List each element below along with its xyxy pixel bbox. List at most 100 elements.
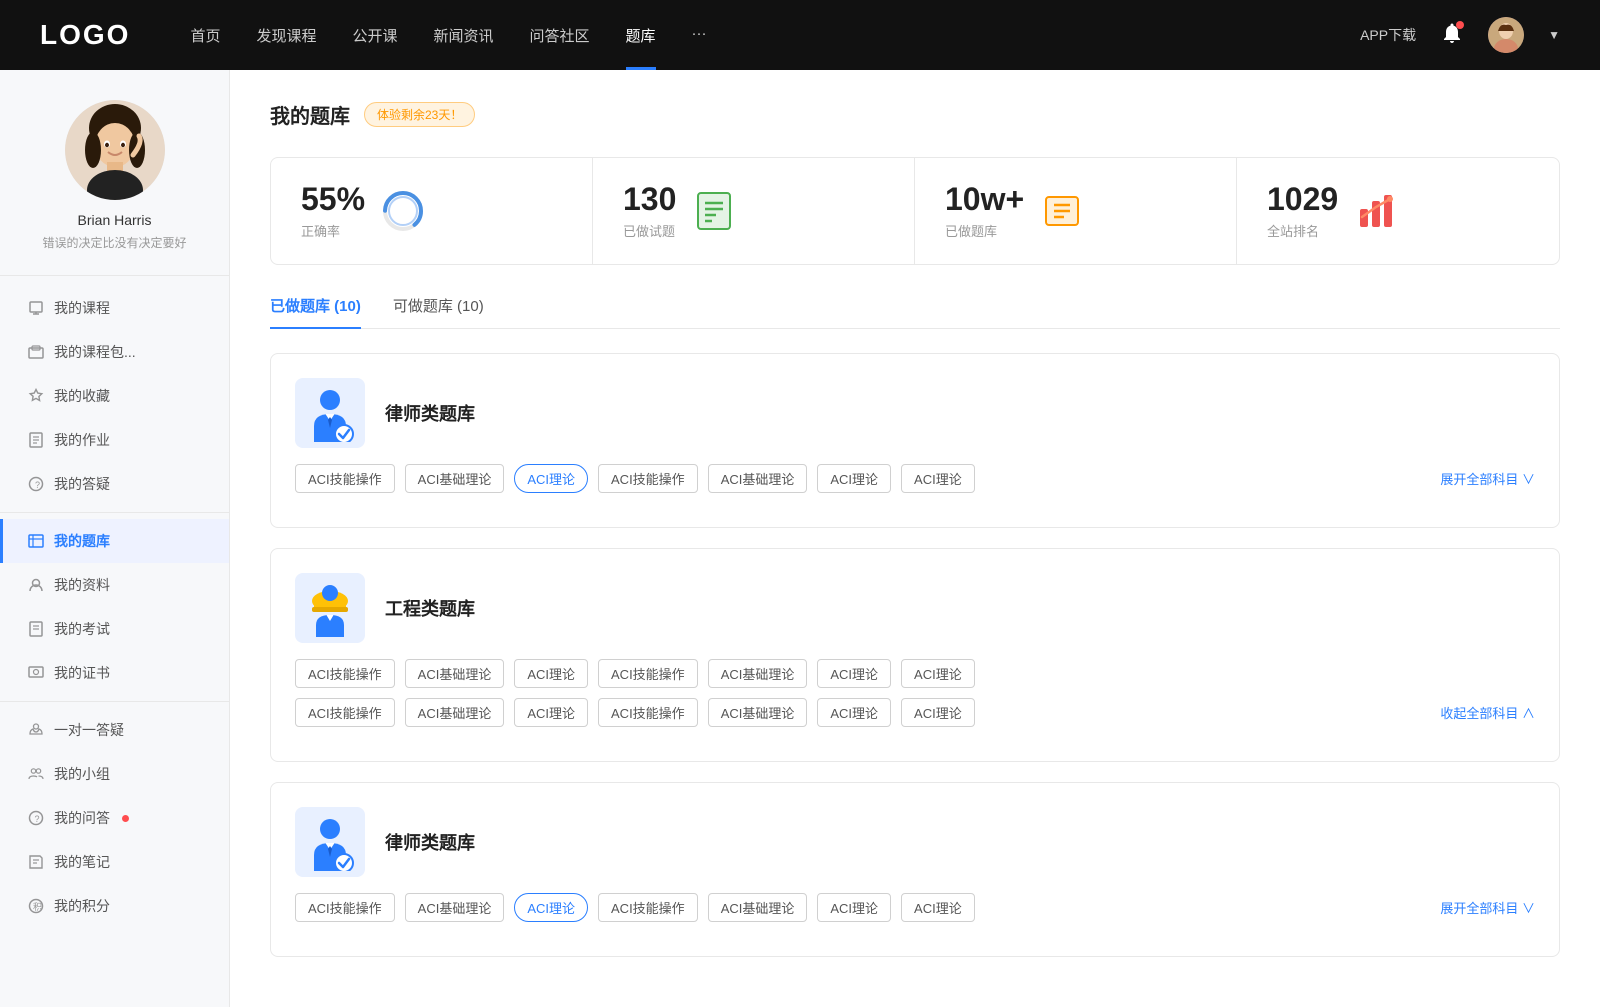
questions-icon	[692, 189, 736, 233]
sidebar-item-my-notes[interactable]: 我的笔记	[0, 840, 229, 884]
qbank-expand-button-1[interactable]: 展开全部科目 ∨	[1440, 469, 1535, 488]
navbar: LOGO 首页 发现课程 公开课 新闻资讯 问答社区 题库 ··· APP下载	[0, 0, 1600, 70]
qbank-tag[interactable]: ACI技能操作	[295, 698, 395, 727]
qbank-tag-active[interactable]: ACI理论	[514, 464, 588, 493]
qbank-tag[interactable]: ACI基础理论	[405, 464, 505, 493]
sidebar-item-my-course-pack[interactable]: 我的课程包...	[0, 330, 229, 374]
qbank-header-3: 律师类题库	[295, 807, 1535, 877]
sidebar-item-my-favorites[interactable]: 我的收藏	[0, 374, 229, 418]
stat-label-questions: 已做试题	[623, 221, 676, 240]
sidebar-item-one-on-one[interactable]: 一对一答疑	[0, 708, 229, 752]
qbank-tag[interactable]: ACI理论	[817, 698, 891, 727]
qbank-icon-lawyer-2	[295, 807, 365, 877]
sidebar-item-my-cert[interactable]: 我的证书	[0, 651, 229, 695]
user-name: Brian Harris	[20, 212, 209, 228]
qbank-tag[interactable]: ACI技能操作	[598, 698, 698, 727]
qbank-tag[interactable]: ACI基础理论	[405, 659, 505, 688]
qbank-expand-button-3[interactable]: 展开全部科目 ∨	[1440, 898, 1535, 917]
svg-text:?: ?	[35, 480, 40, 490]
nav-link-more[interactable]: ···	[692, 25, 707, 46]
qbank-tag[interactable]: ACI技能操作	[295, 464, 395, 493]
nav-right: APP下载 ▼	[1360, 17, 1560, 53]
nav-link-news[interactable]: 新闻资讯	[434, 25, 494, 46]
sidebar-item-my-qa[interactable]: ? 我的答疑	[0, 462, 229, 506]
tab-done-banks[interactable]: 已做题库 (10)	[270, 295, 361, 328]
page-layout: Brian Harris 错误的决定比没有决定要好 我的课程 我的课程包... …	[0, 70, 1600, 1007]
stat-value-rank: 1029	[1267, 182, 1338, 217]
qbank-icon-lawyer-1	[295, 378, 365, 448]
user-avatar[interactable]	[1488, 17, 1524, 53]
svg-text:?: ?	[35, 814, 40, 824]
accuracy-icon	[381, 189, 425, 233]
stat-value-questions: 130	[623, 182, 676, 217]
qbank-tag[interactable]: ACI理论	[901, 659, 975, 688]
nav-link-home[interactable]: 首页	[190, 25, 220, 46]
sidebar-item-my-group[interactable]: 我的小组	[0, 752, 229, 796]
qbank-tag[interactable]: ACI技能操作	[295, 893, 395, 922]
app-download-button[interactable]: APP下载	[1360, 25, 1416, 45]
qbank-tag[interactable]: ACI基础理论	[405, 893, 505, 922]
qbank-tag[interactable]: ACI基础理论	[708, 698, 808, 727]
qbank-tags-row-1: ACI技能操作 ACI基础理论 ACI理论 ACI技能操作 ACI基础理论 AC…	[295, 464, 1535, 493]
stat-label-rank: 全站排名	[1267, 221, 1338, 240]
stat-label-accuracy: 正确率	[301, 221, 365, 240]
user-motto: 错误的决定比没有决定要好	[20, 234, 209, 251]
qbank-header-1: 律师类题库	[295, 378, 1535, 448]
qbank-tag[interactable]: ACI理论	[901, 464, 975, 493]
qbank-tag[interactable]: ACI技能操作	[598, 464, 698, 493]
stat-value-accuracy: 55%	[301, 182, 365, 217]
nav-link-discover[interactable]: 发现课程	[256, 25, 316, 46]
notification-bell[interactable]	[1440, 21, 1464, 50]
sidebar-item-my-homework[interactable]: 我的作业	[0, 418, 229, 462]
stat-rank: 1029 全站排名	[1237, 158, 1559, 264]
nav-link-open[interactable]: 公开课	[352, 25, 397, 46]
qbank-tag[interactable]: ACI技能操作	[598, 893, 698, 922]
rank-icon	[1354, 189, 1398, 233]
stat-value-banks: 10w+	[945, 182, 1024, 217]
qbank-title-3: 律师类题库	[385, 829, 475, 855]
qbank-tag[interactable]: ACI基础理论	[708, 659, 808, 688]
tabs-row: 已做题库 (10) 可做题库 (10)	[270, 295, 1560, 329]
sidebar-item-my-points[interactable]: 积 我的积分	[0, 884, 229, 928]
stat-label-banks: 已做题库	[945, 221, 1024, 240]
svg-text:积: 积	[33, 901, 42, 912]
user-dropdown-arrow[interactable]: ▼	[1548, 28, 1560, 42]
sidebar-menu: 我的课程 我的课程包... 我的收藏 我的作业 ? 我的答疑 我的题库	[0, 286, 229, 928]
qbank-tag[interactable]: ACI理论	[817, 893, 891, 922]
qbank-icon-engineer	[295, 573, 365, 643]
qbank-tag[interactable]: ACI技能操作	[598, 659, 698, 688]
nav-link-qa[interactable]: 问答社区	[530, 25, 590, 46]
sidebar-item-my-data[interactable]: 我的资料	[0, 563, 229, 607]
qbank-tag[interactable]: ACI技能操作	[295, 659, 395, 688]
qbank-tags-row-2b: ACI技能操作 ACI基础理论 ACI理论 ACI技能操作 ACI基础理论 AC…	[295, 698, 1535, 727]
sidebar-item-my-course[interactable]: 我的课程	[0, 286, 229, 330]
sidebar-profile: Brian Harris 错误的决定比没有决定要好	[0, 100, 229, 276]
qbank-tag[interactable]: ACI理论	[817, 659, 891, 688]
qbank-tag[interactable]: ACI基础理论	[405, 698, 505, 727]
qbank-tag[interactable]: ACI理论	[817, 464, 891, 493]
qbank-tag-active[interactable]: ACI理论	[514, 893, 588, 922]
tab-available-banks[interactable]: 可做题库 (10)	[393, 295, 484, 328]
nav-link-qbank[interactable]: 题库	[626, 25, 656, 46]
sidebar-item-my-exam[interactable]: 我的考试	[0, 607, 229, 651]
sidebar-avatar	[65, 100, 165, 200]
stat-banks-done: 10w+ 已做题库	[915, 158, 1237, 264]
qbank-header-2: 工程类题库	[295, 573, 1535, 643]
qbank-tag[interactable]: ACI理论	[901, 893, 975, 922]
qbank-tag[interactable]: ACI理论	[514, 659, 588, 688]
qbank-collapse-button-2[interactable]: 收起全部科目 ∧	[1440, 703, 1535, 722]
sidebar-item-my-questions[interactable]: ? 我的问答	[0, 796, 229, 840]
qbank-tag[interactable]: ACI理论	[514, 698, 588, 727]
qbank-tags-row-2a: ACI技能操作 ACI基础理论 ACI理论 ACI技能操作 ACI基础理论 AC…	[295, 659, 1535, 688]
qbank-tag[interactable]: ACI基础理论	[708, 893, 808, 922]
qbank-tag[interactable]: ACI理论	[901, 698, 975, 727]
qbank-tag[interactable]: ACI基础理论	[708, 464, 808, 493]
sidebar-item-my-qbank[interactable]: 我的题库	[0, 519, 229, 563]
nav-links: 首页 发现课程 公开课 新闻资讯 问答社区 题库 ···	[190, 25, 1360, 46]
page-title: 我的题库	[270, 100, 350, 129]
banks-icon	[1040, 189, 1084, 233]
stat-accuracy: 55% 正确率	[271, 158, 593, 264]
notification-dot	[1456, 21, 1464, 29]
sidebar: Brian Harris 错误的决定比没有决定要好 我的课程 我的课程包... …	[0, 70, 230, 1007]
logo: LOGO	[40, 19, 130, 51]
